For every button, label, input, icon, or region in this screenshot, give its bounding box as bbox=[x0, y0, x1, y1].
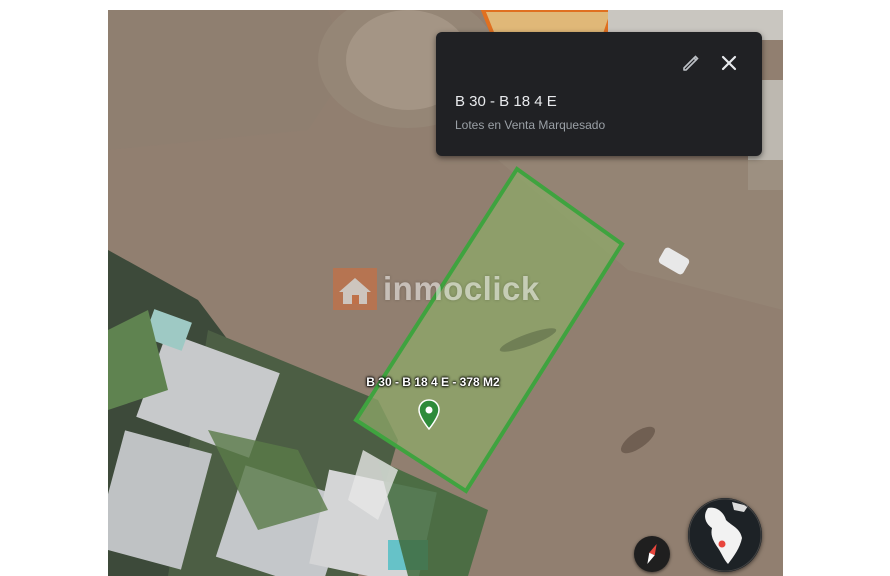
globe-icon[interactable] bbox=[688, 498, 762, 572]
location-pin-icon[interactable] bbox=[417, 399, 441, 431]
satellite-map-view[interactable]: inmoclick B 30 - B 18 4 E - 378 M2 B 30 … bbox=[108, 10, 783, 576]
watermark-text: inmoclick bbox=[383, 270, 540, 307]
compass-icon[interactable] bbox=[634, 536, 670, 572]
pencil-icon[interactable] bbox=[679, 51, 703, 75]
feature-info-card: B 30 - B 18 4 E Lotes en Venta Marquesad… bbox=[436, 32, 762, 156]
lot-label: B 30 - B 18 4 E - 378 M2 bbox=[366, 375, 500, 389]
info-card-title: B 30 - B 18 4 E bbox=[455, 93, 557, 110]
close-icon[interactable] bbox=[717, 51, 741, 75]
info-card-subtitle: Lotes en Venta Marquesado bbox=[455, 118, 606, 132]
inmoclick-watermark: inmoclick bbox=[333, 266, 558, 312]
house-logo-icon bbox=[333, 268, 377, 310]
